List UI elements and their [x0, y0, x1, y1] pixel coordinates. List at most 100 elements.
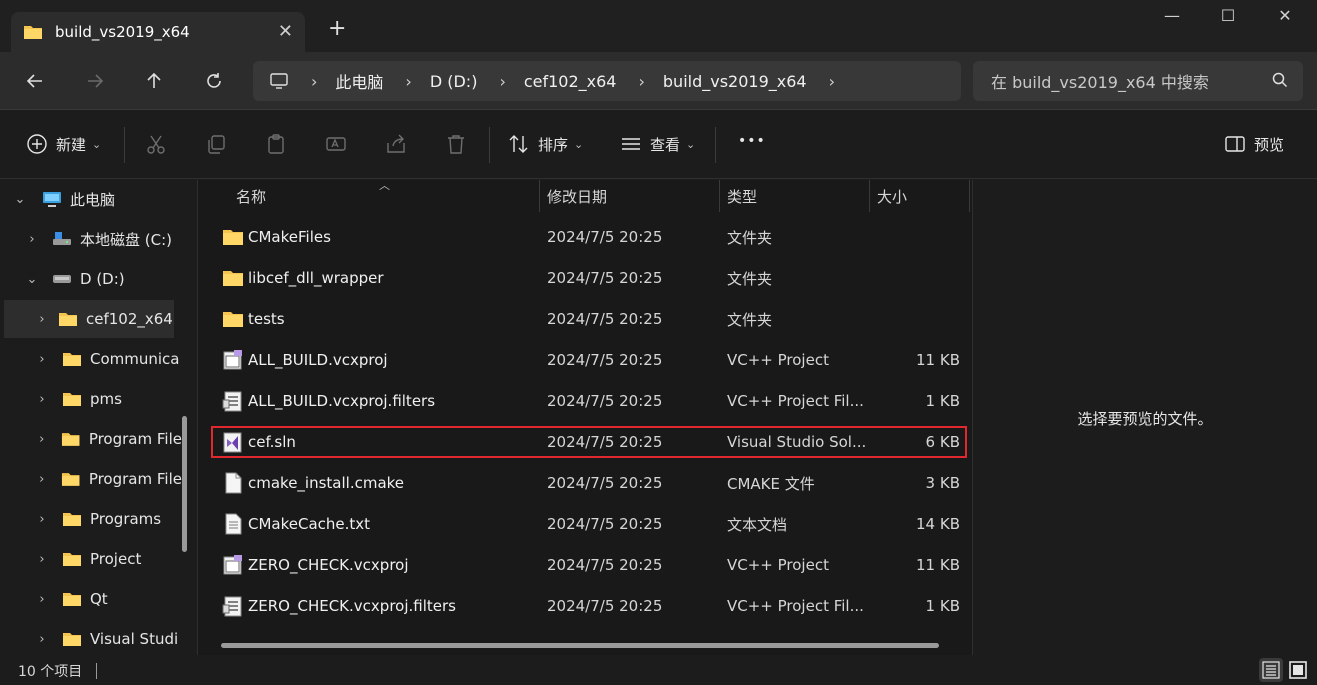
paste-button[interactable]	[265, 133, 287, 155]
tab-build-vs2019[interactable]: build_vs2019_x64 ✕	[11, 12, 305, 52]
sidebar-item-visual-studio[interactable]: › Visual Studi	[32, 620, 182, 655]
text-file-icon	[225, 513, 242, 535]
sidebar-item-communica[interactable]: › Communica	[32, 340, 182, 378]
search-input[interactable]: 在 build_vs2019_x64 中搜索	[973, 61, 1303, 101]
close-window-button[interactable]: ✕	[1270, 6, 1300, 25]
table-row[interactable]: ZERO_CHECK.vcxproj.filters 2024/7/5 20:2…	[212, 589, 966, 623]
arrow-right-icon	[88, 74, 104, 88]
large-icons-view-icon	[1289, 661, 1307, 679]
breadcrumb-cef102[interactable]: cef102_x64	[524, 72, 617, 91]
column-divider[interactable]	[869, 180, 870, 212]
large-icons-view-button[interactable]	[1286, 658, 1310, 682]
chevron-right-icon[interactable]: ›	[32, 592, 52, 607]
toolbar-separator	[715, 127, 716, 163]
chevron-right-icon[interactable]: ›	[32, 632, 52, 647]
cut-button[interactable]	[145, 133, 167, 155]
column-header-type[interactable]: 类型	[727, 180, 757, 212]
column-divider[interactable]	[969, 180, 970, 212]
sidebar-item-qt[interactable]: › Qt	[32, 580, 182, 618]
chevron-right-icon[interactable]: ›	[829, 72, 835, 91]
breadcrumb-drive-d[interactable]: D (D:)	[430, 72, 478, 91]
sidebar-item-programs[interactable]: › Programs	[32, 500, 182, 538]
rename-button[interactable]	[325, 133, 347, 155]
chevron-down-icon: ⌄	[92, 137, 102, 151]
sidebar-item-cef102[interactable]: › cef102_x64	[4, 300, 174, 338]
table-row[interactable]: ALL_BUILD.vcxproj 2024/7/5 20:25 VC++ Pr…	[212, 343, 966, 377]
chevron-right-icon[interactable]: ›	[405, 72, 411, 91]
share-icon	[387, 134, 405, 153]
chevron-right-icon[interactable]: ›	[32, 512, 52, 527]
delete-button[interactable]	[445, 133, 467, 155]
share-button[interactable]	[385, 133, 407, 155]
table-row[interactable]: CMakeFiles 2024/7/5 20:25 文件夹	[212, 220, 966, 254]
maximize-button[interactable]: ☐	[1213, 6, 1243, 25]
chevron-right-icon[interactable]: ›	[32, 432, 51, 447]
view-button[interactable]: 查看 ⌄	[620, 133, 695, 155]
sidebar-item-drive-c[interactable]: › 本地磁盘 (C:)	[22, 220, 187, 258]
address-bar[interactable]: › 此电脑 › D (D:) › cef102_x64 › build_vs20…	[253, 61, 961, 101]
close-tab-button[interactable]: ✕	[278, 21, 293, 42]
vcxproj-filters-icon	[222, 391, 242, 412]
folder-icon	[63, 393, 81, 406]
file-list: ︿ 名称 修改日期 类型 大小 CMakeFiles 2024/7/5 20:2…	[198, 179, 972, 655]
breadcrumb-build[interactable]: build_vs2019_x64	[663, 72, 807, 91]
folder-icon	[62, 433, 80, 446]
sidebar-item-program-files[interactable]: › Program File	[32, 420, 182, 458]
sort-button[interactable]: 排序 ⌄	[508, 133, 583, 155]
command-bar: 新建 ⌄ 排序 ⌄ 查看 ⌄ ••• 预览	[0, 111, 1317, 179]
more-options-button[interactable]: •••	[738, 133, 766, 149]
preview-pane-button[interactable]: 预览	[1224, 133, 1284, 155]
sidebar-item-pms[interactable]: › pms	[32, 380, 182, 418]
annotation-highlight-box	[211, 426, 967, 458]
back-button[interactable]	[20, 66, 50, 96]
chevron-right-icon[interactable]: ›	[638, 72, 644, 91]
forward-button[interactable]	[80, 66, 110, 96]
minimize-button[interactable]: —	[1157, 6, 1187, 25]
column-divider[interactable]	[719, 180, 720, 212]
folder-icon	[223, 312, 243, 327]
toolbar-separator	[489, 127, 490, 163]
folder-icon	[59, 313, 77, 326]
copy-button[interactable]	[205, 133, 227, 155]
table-row[interactable]: CMakeCache.txt 2024/7/5 20:25 文本文档 14 KB	[212, 507, 966, 541]
chevron-right-icon[interactable]: ›	[499, 72, 505, 91]
sidebar-item-program-files-x86[interactable]: › Program File	[32, 460, 182, 498]
toolbar-separator	[124, 127, 125, 163]
chevron-down-icon[interactable]: ⌄	[22, 272, 42, 287]
sidebar-scrollbar[interactable]	[182, 416, 187, 552]
chevron-right-icon[interactable]: ›	[32, 392, 52, 407]
item-count: 10 个项目	[18, 664, 83, 680]
folder-icon	[223, 230, 243, 245]
chevron-right-icon[interactable]: ›	[32, 312, 52, 327]
table-row[interactable]: ZERO_CHECK.vcxproj 2024/7/5 20:25 VC++ P…	[212, 548, 966, 582]
refresh-button[interactable]	[199, 66, 229, 96]
up-button[interactable]	[139, 66, 169, 96]
table-row[interactable]: tests 2024/7/5 20:25 文件夹	[212, 302, 966, 336]
column-header-size[interactable]: 大小	[877, 180, 907, 212]
column-header-date[interactable]: 修改日期	[547, 180, 607, 212]
chevron-right-icon[interactable]: ›	[22, 232, 42, 247]
horizontal-scrollbar[interactable]	[221, 643, 939, 648]
breadcrumb-this-pc[interactable]: 此电脑	[335, 69, 383, 93]
sidebar-item-project[interactable]: › Project	[32, 540, 182, 578]
chevron-right-icon[interactable]: ›	[32, 552, 52, 567]
sidebar-item-this-pc[interactable]: ⌄ 此电脑	[10, 180, 185, 218]
table-row[interactable]: libcef_dll_wrapper 2024/7/5 20:25 文件夹	[212, 261, 966, 295]
column-header-name[interactable]: 名称	[236, 180, 266, 212]
chevron-right-icon[interactable]: ›	[32, 472, 51, 487]
column-divider[interactable]	[539, 180, 540, 212]
folder-icon	[223, 271, 243, 286]
chevron-right-icon[interactable]: ›	[32, 352, 52, 367]
navigation-bar: › 此电脑 › D (D:) › cef102_x64 › build_vs20…	[0, 52, 1317, 110]
table-row[interactable]: cmake_install.cmake 2024/7/5 20:25 CMAKE…	[212, 466, 966, 500]
chevron-down-icon[interactable]: ⌄	[10, 192, 30, 207]
search-icon[interactable]	[1271, 71, 1289, 89]
trash-icon	[448, 135, 464, 154]
new-button[interactable]: 新建 ⌄	[26, 133, 101, 155]
new-tab-button[interactable]: +	[328, 16, 346, 41]
sidebar-item-drive-d[interactable]: ⌄ D (D:)	[22, 260, 187, 298]
details-view-button[interactable]	[1259, 658, 1283, 682]
vcxproj-icon	[223, 350, 242, 370]
table-row[interactable]: ALL_BUILD.vcxproj.filters 2024/7/5 20:25…	[212, 384, 966, 418]
scissors-icon	[147, 135, 165, 154]
